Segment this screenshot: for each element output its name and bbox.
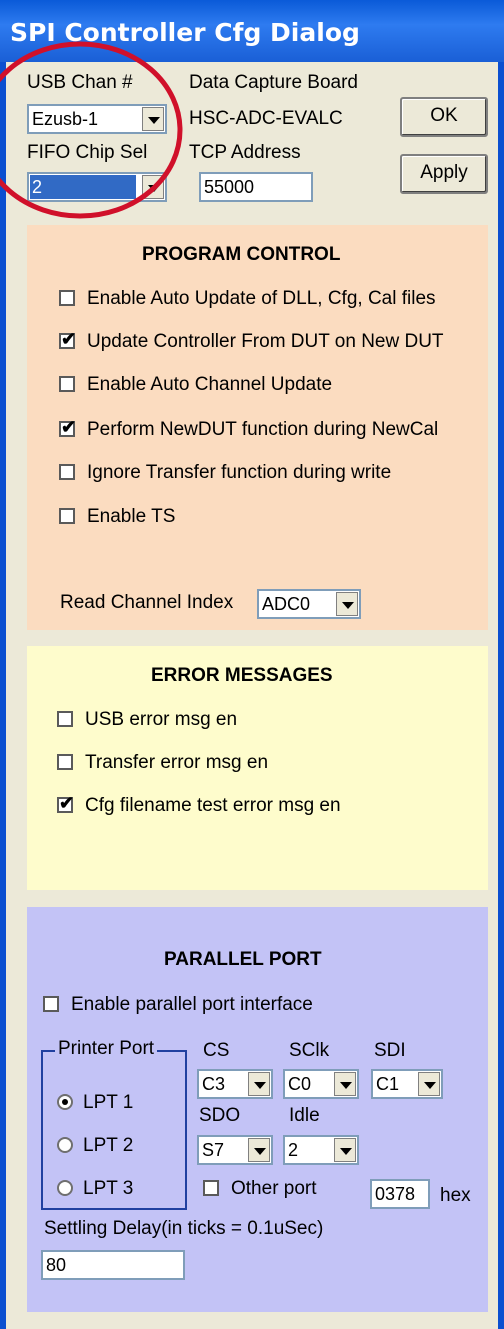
read-channel-index-select[interactable]: ADC0 <box>257 589 361 619</box>
hex-label: hex <box>440 1185 471 1206</box>
chevron-down-icon[interactable] <box>418 1072 440 1096</box>
tcp-address-value: 55000 <box>204 177 255 197</box>
check-icon: ✔ <box>59 793 75 813</box>
checkbox-transfer-error[interactable] <box>57 754 73 770</box>
port-address-input[interactable]: 0378 <box>370 1179 430 1209</box>
cs-select[interactable]: C3 <box>197 1069 273 1099</box>
window-frame-right <box>498 62 504 1329</box>
window-frame-left <box>0 62 6 1329</box>
error-messages-heading: ERROR MESSAGES <box>151 665 333 686</box>
checkbox-enable-parallel-port[interactable] <box>43 996 59 1012</box>
data-capture-board-label: Data Capture Board <box>189 72 358 93</box>
printer-port-label: Printer Port <box>55 1038 158 1060</box>
checkbox-ignore-transfer[interactable] <box>59 464 75 480</box>
ok-button[interactable]: OK <box>400 97 488 137</box>
checkbox-other-port[interactable] <box>203 1180 219 1196</box>
idle-label: Idle <box>289 1105 320 1126</box>
chevron-down-icon[interactable] <box>334 1138 356 1162</box>
parallel-port-heading: PARALLEL PORT <box>164 949 322 970</box>
radio-lpt1[interactable] <box>57 1094 73 1110</box>
data-capture-board-value: HSC-ADC-EVALC <box>189 108 343 129</box>
chevron-down-icon[interactable] <box>336 592 358 616</box>
sdo-label: SDO <box>199 1105 241 1126</box>
radio-lpt2[interactable] <box>57 1137 73 1153</box>
parallel-port-panel: PARALLEL PORT Enable parallel port inter… <box>27 907 488 1312</box>
checkbox-label: Cfg filename test error msg en <box>85 795 341 816</box>
settling-delay-value: 80 <box>46 1255 67 1275</box>
checkbox-label: Enable Auto Update of DLL, Cfg, Cal file… <box>87 288 436 309</box>
sclk-value: C0 <box>288 1074 312 1094</box>
checkbox-perform-newdut[interactable]: ✔ <box>59 417 77 437</box>
radio-label: LPT 3 <box>83 1178 134 1199</box>
radio-dot-icon <box>62 1099 68 1105</box>
cs-value: C3 <box>202 1074 226 1094</box>
chevron-down-icon[interactable] <box>334 1072 356 1096</box>
radio-label: LPT 2 <box>83 1135 134 1156</box>
chevron-down-icon[interactable] <box>248 1138 270 1162</box>
check-icon: ✔ <box>61 417 77 437</box>
sdi-value: C1 <box>376 1074 400 1094</box>
chevron-down-icon[interactable] <box>248 1072 270 1096</box>
apply-button[interactable]: Apply <box>400 154 488 194</box>
sdi-label: SDI <box>374 1040 406 1061</box>
checkbox-label: Enable parallel port interface <box>71 994 313 1015</box>
radio-label: LPT 1 <box>83 1092 134 1113</box>
checkbox-auto-update[interactable] <box>59 290 75 306</box>
checkbox-auto-channel-update[interactable] <box>59 376 75 392</box>
checkbox-label: USB error msg en <box>85 709 238 730</box>
read-channel-index-value: ADC0 <box>262 594 311 614</box>
checkbox-label: Enable Auto Channel Update <box>87 374 333 395</box>
checkbox-label: Ignore Transfer function during write <box>87 462 392 483</box>
highlight-circle-annotation <box>0 41 183 219</box>
radio-lpt3[interactable] <box>57 1180 73 1196</box>
error-messages-panel: ERROR MESSAGES USB error msg en Transfer… <box>27 646 488 890</box>
checkbox-label: Enable TS <box>87 506 176 527</box>
checkbox-usb-error[interactable] <box>57 711 73 727</box>
sdo-value: S7 <box>202 1140 225 1160</box>
tcp-address-input[interactable]: 55000 <box>199 172 313 202</box>
sdi-select[interactable]: C1 <box>371 1069 443 1099</box>
checkbox-enable-ts[interactable] <box>59 508 75 524</box>
read-channel-index-label: Read Channel Index <box>60 592 234 613</box>
checkbox-label: Update Controller From DUT on New DUT <box>87 331 444 352</box>
sdo-select[interactable]: S7 <box>197 1135 273 1165</box>
check-icon: ✔ <box>61 329 77 349</box>
program-control-heading: PROGRAM CONTROL <box>142 244 341 265</box>
port-address-value: 0378 <box>375 1184 416 1204</box>
sclk-label: SClk <box>289 1040 330 1061</box>
program-control-panel: PROGRAM CONTROL Enable Auto Update of DL… <box>27 225 488 630</box>
checkbox-label: Other port <box>231 1178 317 1199</box>
tcp-address-label: TCP Address <box>189 142 301 163</box>
idle-value: 2 <box>288 1140 299 1160</box>
cs-label: CS <box>203 1040 230 1061</box>
settling-delay-input[interactable]: 80 <box>41 1250 185 1280</box>
sclk-select[interactable]: C0 <box>283 1069 359 1099</box>
checkbox-label: Perform NewDUT function during NewCal <box>87 419 439 440</box>
checkbox-label: Transfer error msg en <box>85 752 269 773</box>
checkbox-update-controller[interactable]: ✔ <box>59 329 77 349</box>
settling-delay-label: Settling Delay(in ticks = 0.1uSec) <box>44 1218 324 1239</box>
idle-select[interactable]: 2 <box>283 1135 359 1165</box>
checkbox-cfg-filename-error[interactable]: ✔ <box>57 793 75 813</box>
